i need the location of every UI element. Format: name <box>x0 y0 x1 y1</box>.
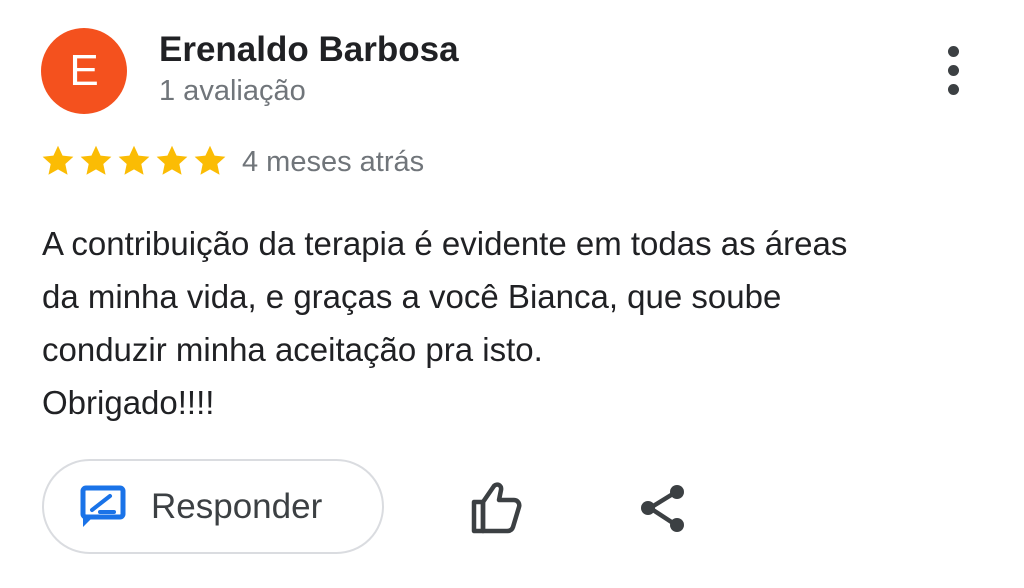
reply-edit-icon <box>80 485 126 527</box>
review-text-line: conduzir minha aceitação pra isto. <box>42 331 543 368</box>
review-text-line: A contribuição da terapia é evidente em … <box>42 225 848 262</box>
share-icon[interactable] <box>638 483 690 535</box>
reviewer-name[interactable]: Erenaldo Barbosa <box>159 30 459 70</box>
star-icon <box>118 145 150 175</box>
thumb-up-icon[interactable] <box>467 480 525 536</box>
more-options-button[interactable] <box>930 44 976 96</box>
more-vert-icon-dot <box>947 83 959 95</box>
star-icon <box>42 145 74 175</box>
reply-button-label: Responder <box>151 487 323 526</box>
star-rating <box>40 143 228 181</box>
more-vert-icon <box>947 45 959 57</box>
avatar: E <box>41 28 127 114</box>
review-text-line: Obrigado!!!! <box>42 384 215 421</box>
star-icon <box>80 145 112 175</box>
review-text-line: da minha vida, e graças a você Bianca, q… <box>42 278 782 315</box>
review-count: 1 avaliação <box>159 75 306 107</box>
more-vert-icon-dot <box>947 64 959 76</box>
star-icon <box>194 145 226 175</box>
review-text: A contribuição da terapia é evidente em … <box>42 217 1002 429</box>
star-icon <box>156 145 188 175</box>
review-date: 4 meses atrás <box>242 146 425 178</box>
reply-button[interactable]: Responder <box>42 459 384 554</box>
